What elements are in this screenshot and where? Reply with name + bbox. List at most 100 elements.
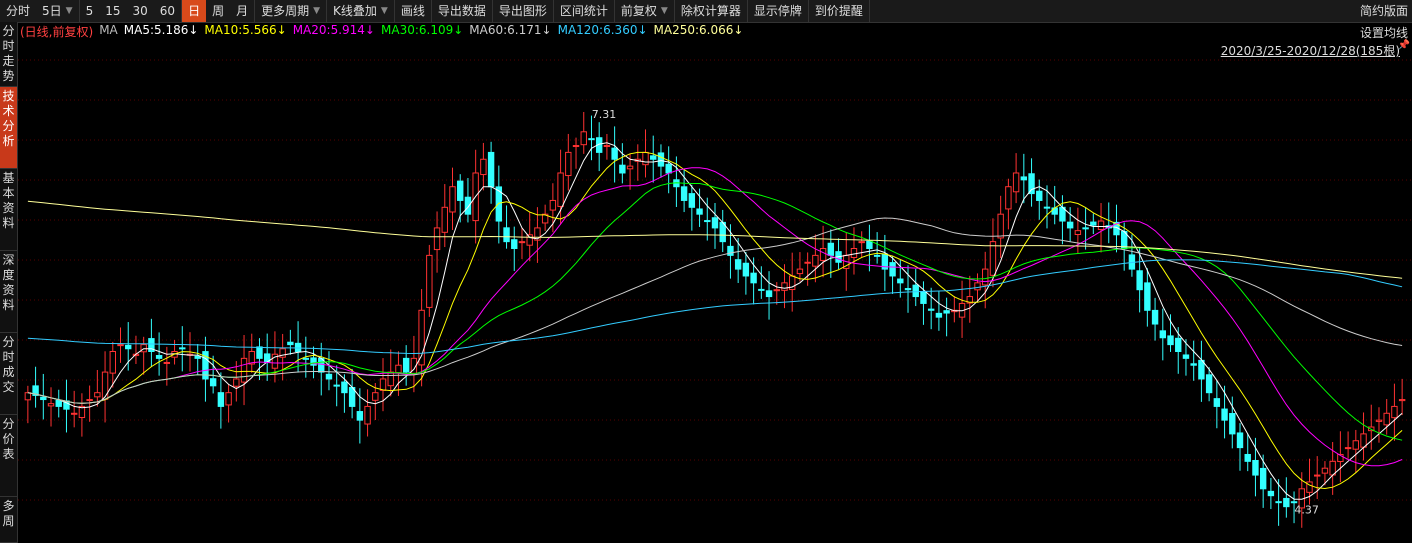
candle-body xyxy=(457,180,464,201)
candle-body xyxy=(433,227,441,251)
candle-body xyxy=(812,254,819,267)
ma-value: MA120:6.360↓ xyxy=(557,23,648,37)
candle-body xyxy=(1005,186,1012,210)
toolbar-item[interactable]: 月 xyxy=(230,0,256,22)
candle-body xyxy=(912,284,919,298)
toolbar-item[interactable]: 更多周期 ▼ xyxy=(255,0,328,22)
toolbar-item-label: 周 xyxy=(212,4,225,18)
candle-body xyxy=(55,399,62,407)
candle-body xyxy=(209,378,217,387)
candle-body xyxy=(781,282,788,291)
candle-body xyxy=(225,392,232,406)
toolbar-item[interactable]: 15 xyxy=(99,0,126,22)
sidebar-tab[interactable]: 多周 xyxy=(0,497,17,543)
sidebar-tab[interactable]: 分时成交 xyxy=(0,333,17,415)
ma-value: MA10:5.566↓ xyxy=(204,23,287,37)
candle-body xyxy=(989,241,997,276)
toolbar-item-label: 分时 xyxy=(6,4,31,18)
toolbar-item[interactable]: 导出数据 xyxy=(432,0,493,22)
toolbar-item[interactable]: 5日 ▼ xyxy=(36,0,80,22)
sidebar-tab[interactable]: 深度资料 xyxy=(0,251,17,333)
candle-body xyxy=(927,308,935,311)
toolbar-item-label: 到价提醒 xyxy=(814,4,863,18)
toolbar-item-label: 区间统计 xyxy=(559,4,608,18)
sidebar-tab[interactable]: 分时走势 xyxy=(0,22,17,87)
toolbar-item[interactable]: 60 xyxy=(154,0,183,22)
ma-line xyxy=(27,142,1403,500)
candle-body xyxy=(1244,453,1251,462)
ma-settings-button[interactable]: 设置均线 xyxy=(1360,24,1408,41)
ma-value: MA5:5.186↓ xyxy=(123,23,199,37)
chevron-down-icon: ▼ xyxy=(313,6,321,16)
candle-body xyxy=(665,163,672,174)
candle-body xyxy=(603,145,611,148)
candle-body xyxy=(873,254,881,257)
kline-chart[interactable]: 7.31 4.37 xyxy=(18,40,1412,543)
ma-label: MA xyxy=(99,23,118,37)
candle-body xyxy=(518,241,526,244)
toolbar-item[interactable]: 显示停牌 xyxy=(748,0,809,22)
candle-body xyxy=(688,193,696,208)
toolbar-item[interactable]: 到价提醒 xyxy=(809,0,870,22)
candle-body xyxy=(125,344,132,350)
ma-items: MA5:5.186↓ MA10:5.566↓ MA20:5.914↓ MA30:6.1… xyxy=(124,23,744,39)
chevron-down-icon: ▼ xyxy=(660,6,668,16)
candle-body xyxy=(1205,374,1213,394)
candle-body xyxy=(233,378,240,387)
candle-body xyxy=(302,357,310,360)
toolbar-item[interactable]: 除权计算器 xyxy=(675,0,748,22)
candle-body xyxy=(796,268,804,275)
candle-body xyxy=(1236,432,1244,449)
candle-body xyxy=(1352,440,1360,450)
candle-body xyxy=(194,355,201,359)
candle-body xyxy=(758,288,765,291)
simple-layout-button[interactable]: 简约版面 xyxy=(1356,0,1412,22)
toolbar-item[interactable]: 30 xyxy=(127,0,154,22)
candle-body xyxy=(333,384,340,387)
candle-body xyxy=(86,399,93,402)
candle-body xyxy=(827,242,835,256)
toolbar-item[interactable]: 区间统计 xyxy=(554,0,615,22)
toolbar-item-label: 5日 xyxy=(42,4,62,18)
candle-body xyxy=(1074,230,1082,235)
candle-body xyxy=(1398,399,1406,402)
candle-body xyxy=(256,346,263,359)
sidebar-tab[interactable]: 技术分析 xyxy=(0,87,17,169)
candle-body xyxy=(1213,398,1221,407)
candle-body xyxy=(588,138,595,141)
candle-body xyxy=(480,158,487,176)
toolbar-item[interactable]: 5 xyxy=(80,0,100,22)
toolbar-item[interactable]: 导出图形 xyxy=(493,0,554,22)
toolbar-item[interactable]: 周 xyxy=(206,0,230,22)
ma-legend: (日线,前复权) MA MA5:5.186↓ MA10:5.566↓ MA20:5.… xyxy=(20,23,743,39)
ma-value: MA60:6.171↓ xyxy=(469,23,552,37)
candle-body xyxy=(1360,433,1367,448)
candle-body xyxy=(418,309,425,366)
candle-body xyxy=(1012,172,1020,193)
candle-body xyxy=(626,165,634,170)
candle-body xyxy=(974,282,981,291)
candle-body xyxy=(750,272,757,284)
sidebar-tab[interactable]: 分价表 xyxy=(0,415,17,497)
candle-body xyxy=(1259,467,1267,490)
min-price-label: 4.37 xyxy=(1294,504,1319,517)
candle-body xyxy=(1275,501,1282,504)
sidebar-tab[interactable]: 基本资料 xyxy=(0,169,17,251)
toolbar-item-label: 导出数据 xyxy=(437,4,486,18)
candle-body xyxy=(487,151,495,188)
ma-value: MA20:5.914↓ xyxy=(292,23,375,37)
toolbar-item[interactable]: K线叠加 ▼ xyxy=(327,0,395,22)
chevron-down-icon: ▼ xyxy=(65,6,73,16)
candle-body xyxy=(117,344,124,347)
candle-body xyxy=(943,310,950,314)
toolbar-item[interactable]: 前复权 ▼ xyxy=(615,0,675,22)
candle-body xyxy=(1198,359,1205,380)
candle-body xyxy=(1136,270,1143,291)
toolbar-item[interactable]: 分时 xyxy=(0,0,36,22)
toolbar-item[interactable]: 日 xyxy=(182,0,207,22)
toolbar-item[interactable]: 画线 xyxy=(395,0,432,22)
candle-body xyxy=(982,268,989,286)
candle-body xyxy=(379,378,387,391)
candle-body xyxy=(580,131,587,146)
candle-body xyxy=(1321,467,1329,474)
